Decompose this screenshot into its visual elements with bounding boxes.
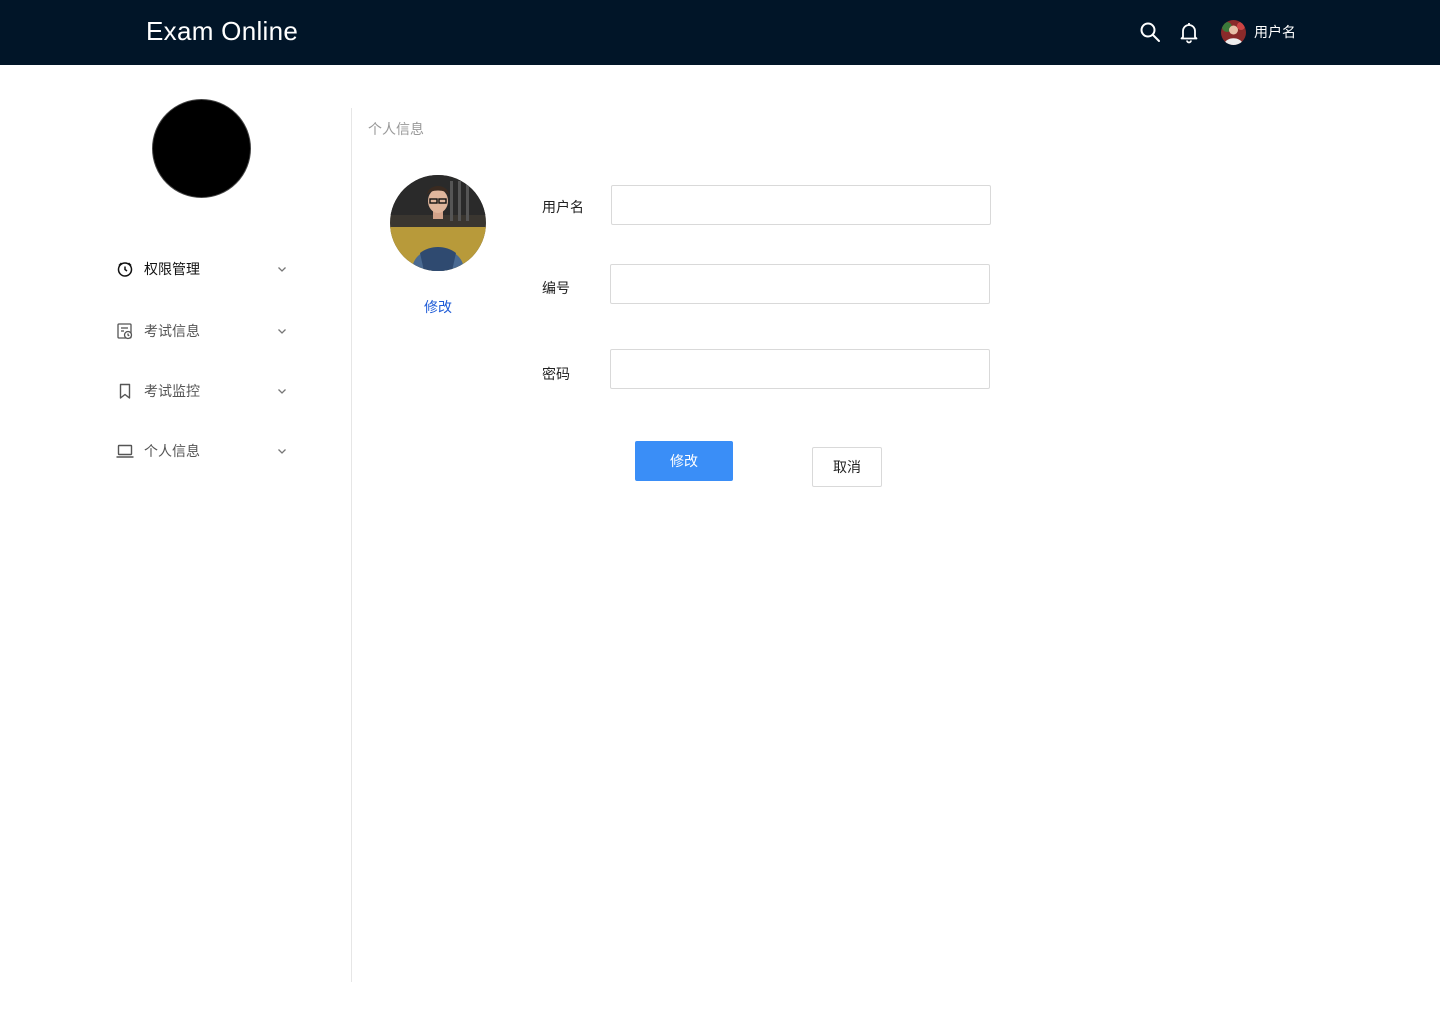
username-label: 用户名: [1254, 24, 1296, 40]
chevron-down-icon: [276, 385, 288, 397]
id-field[interactable]: [610, 264, 990, 304]
bell-icon[interactable]: [1177, 20, 1201, 44]
top-header: Exam Online 用户名: [0, 0, 1440, 65]
brand-title[interactable]: Exam Online: [146, 16, 298, 47]
avatar-edit-link[interactable]: 修改: [424, 297, 452, 317]
sidebar-item-label: 权限管理: [144, 261, 200, 277]
profile-avatar: [390, 175, 486, 271]
breadcrumb: 个人信息: [368, 121, 424, 137]
sidebar-item-exam-info[interactable]: 考试信息: [116, 319, 288, 343]
sidebar-item-personal-info[interactable]: 个人信息: [116, 439, 288, 463]
exam-info-icon: [116, 322, 134, 340]
user-avatar: [1221, 19, 1246, 45]
chevron-down-icon: [276, 263, 288, 275]
sidebar-item-label: 个人信息: [144, 443, 200, 459]
username-field[interactable]: [611, 185, 991, 225]
search-icon[interactable]: [1138, 20, 1162, 44]
cancel-button[interactable]: 取消: [812, 447, 882, 487]
sidebar-item-permission-management[interactable]: 权限管理: [116, 257, 288, 281]
submit-button[interactable]: 修改: [635, 441, 733, 481]
sidebar-item-label: 考试监控: [144, 383, 200, 399]
chevron-down-icon: [276, 445, 288, 457]
chevron-down-icon: [276, 325, 288, 337]
sidebar-item-exam-monitor[interactable]: 考试监控: [116, 379, 288, 403]
laptop-icon: [116, 442, 134, 460]
bookmark-icon: [116, 382, 134, 400]
password-field-label: 密码: [542, 366, 570, 382]
sidebar-divider: [351, 108, 352, 982]
sidebar-item-label: 考试信息: [144, 323, 200, 339]
id-field-label: 编号: [542, 280, 570, 296]
sidebar-logo: [152, 99, 251, 198]
permission-icon: [116, 260, 134, 278]
username-field-label: 用户名: [542, 199, 584, 215]
user-menu[interactable]: 用户名: [1221, 19, 1296, 45]
password-field[interactable]: [610, 349, 990, 389]
